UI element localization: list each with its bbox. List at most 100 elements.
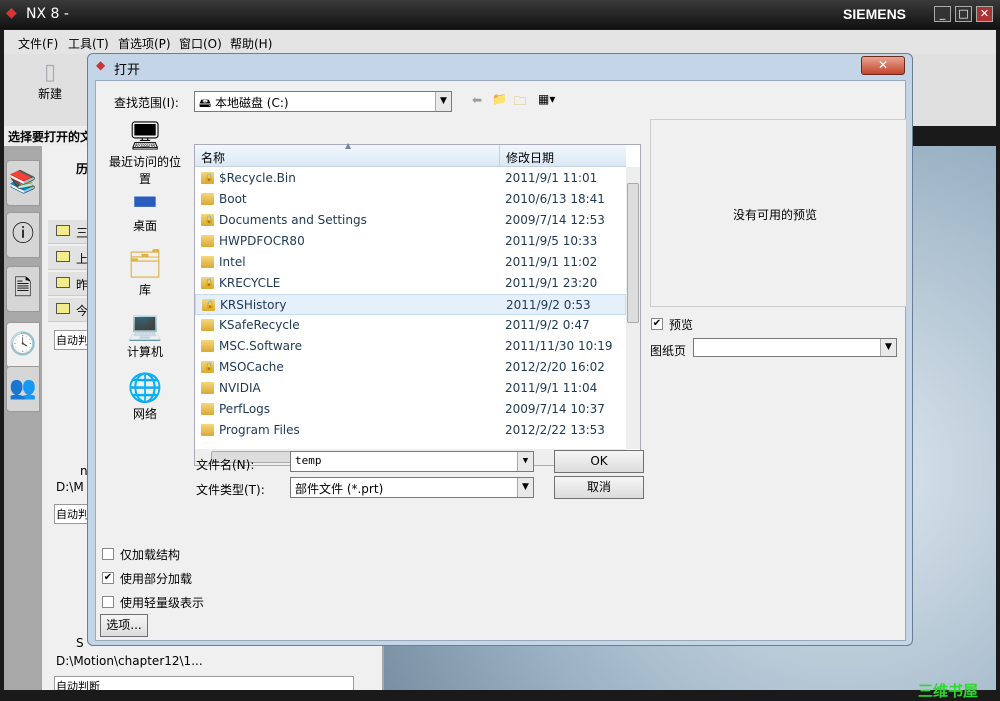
new-button[interactable]: ▯ 新建 [24, 60, 76, 102]
option-checkbox[interactable]: ✔ [102, 572, 114, 584]
preview-label: 预览 [669, 318, 694, 332]
options-button[interactable]: 选项... [100, 614, 148, 637]
file-row[interactable]: 🔒 KRSHistory 2011/9/2 0:53 [195, 294, 626, 315]
dialog-body: 查找范围(I): 🖴 本地磁盘 (C:) ▼ ⬅ 📁 🗀 ▦▾ 🖥 最近访问的位置… [95, 80, 907, 641]
sort-ascending-icon: ▲ [345, 141, 352, 150]
drawing-sheet-select[interactable]: ▼ [693, 338, 897, 357]
minimize-button[interactable]: _ [934, 6, 951, 22]
filetype-label: 文件类型(T): [196, 483, 265, 497]
scroll-thumb[interactable] [627, 183, 639, 323]
watermark: 三维书屋 [918, 682, 979, 700]
view-menu-icon[interactable]: ▦▾ [538, 92, 555, 106]
file-row[interactable]: 🔒 $Recycle.Bin 2011/9/1 11:01 [195, 168, 626, 189]
file-row[interactable]: Program Files 2012/2/22 13:53 [195, 420, 626, 441]
place-desktop[interactable]: ▬ 桌面 [104, 183, 186, 234]
file-date: 2011/9/2 0:53 [506, 298, 591, 312]
file-name: Intel [219, 255, 246, 269]
file-name: $Recycle.Bin [219, 171, 296, 185]
file-date: 2012/2/20 16:02 [505, 360, 605, 374]
recent-places-icon: 🖥 [127, 119, 163, 152]
file-row[interactable]: PerfLogs 2009/7/14 10:37 [195, 399, 626, 420]
place-label: 网络 [132, 407, 157, 421]
file-row[interactable]: KSafeRecycle 2011/9/2 0:47 [195, 315, 626, 336]
menu-help[interactable]: 帮助(H) [230, 35, 272, 52]
tab-roles[interactable]: 👥 [6, 366, 40, 412]
folder-icon [56, 251, 70, 262]
info-icon: ⓘ [11, 222, 34, 247]
drawing-sheet-label: 图纸页 [650, 344, 687, 358]
tab-history[interactable]: 🕓 [6, 322, 40, 368]
menu-window[interactable]: 窗口(O) [179, 35, 222, 52]
new-folder-icon[interactable]: 🗀 [514, 92, 526, 113]
file-name: Boot [219, 192, 247, 206]
file-row[interactable]: 🔒 MSOCache 2012/2/20 16:02 [195, 357, 626, 378]
folder-icon [201, 382, 214, 394]
tab-web[interactable]: 🗎 [6, 266, 40, 312]
tab-info[interactable]: ⓘ [6, 212, 40, 258]
locked-folder-icon: 🔒 [201, 361, 214, 373]
tab-assembly-navigator[interactable]: 📚 [6, 160, 40, 206]
history-path[interactable]: D:\Motion\chapter12\1... [56, 654, 203, 668]
drive-icon: 🖴 [199, 96, 212, 110]
column-date[interactable]: 修改日期 [499, 145, 560, 167]
history-name: S [76, 636, 84, 650]
desktop-icon: ▬ [131, 183, 159, 216]
filename-input[interactable]: temp ▼ [290, 451, 534, 472]
file-name: PerfLogs [219, 402, 271, 416]
option-label: 使用部分加载 [120, 572, 193, 586]
dialog-close-button[interactable]: ✕ [861, 56, 905, 75]
chevron-down-icon: ▼ [517, 452, 533, 471]
back-icon[interactable]: ⬅ [472, 93, 482, 107]
menu-tools[interactable]: 工具(T) [68, 35, 109, 52]
filetype-value: 部件文件 (*.prt) [295, 482, 384, 496]
app-title-bar: ◆ NX 8 - SIEMENS _ □ ✕ [0, 0, 1000, 29]
file-date: 2009/7/14 10:37 [505, 402, 605, 416]
brand-logo: SIEMENS [843, 6, 907, 22]
cancel-button[interactable]: 取消 [554, 476, 644, 499]
place-libraries[interactable]: 🗂 库 [104, 247, 186, 298]
file-name: NVIDIA [219, 381, 261, 395]
place-computer[interactable]: 💻 计算机 [104, 309, 186, 360]
file-row[interactable]: Intel 2011/9/1 11:02 [195, 252, 626, 273]
folder-icon [56, 277, 70, 288]
document-icon: 🗎 [14, 276, 32, 301]
menu-file[interactable]: 文件(F) [18, 35, 58, 52]
file-row[interactable]: HWPDFOCR80 2011/9/5 10:33 [195, 231, 626, 252]
maximize-button[interactable]: □ [955, 6, 972, 22]
file-name: MSC.Software [219, 339, 303, 353]
preview-checkbox[interactable]: ✔ [651, 318, 663, 330]
preview-pane: 没有可用的预览 [650, 119, 907, 307]
file-name: MSOCache [219, 360, 284, 374]
column-name[interactable]: 名称 [201, 149, 225, 166]
folder-icon [201, 340, 214, 352]
option-checkbox[interactable] [102, 596, 114, 608]
place-label: 计算机 [126, 345, 163, 359]
file-date: 2012/2/22 13:53 [505, 423, 605, 437]
file-date: 2011/9/2 0:47 [505, 318, 590, 332]
file-row[interactable]: 🔒 Documents and Settings 2009/7/14 12:53 [195, 210, 626, 231]
file-row[interactable]: Boot 2010/6/13 18:41 [195, 189, 626, 210]
look-in-label: 查找范围(I): [114, 96, 179, 110]
place-recent[interactable]: 🖥 最近访问的位置 [104, 119, 186, 187]
menu-preferences[interactable]: 首选项(P) [118, 35, 171, 52]
history-path[interactable]: D:\M [56, 480, 84, 494]
option-checkbox[interactable] [102, 548, 114, 560]
filename-value: temp [295, 454, 322, 467]
close-button[interactable]: ✕ [976, 6, 993, 22]
ok-button[interactable]: OK [554, 450, 644, 473]
menu-bar: 文件(F) 工具(T) 首选项(P) 窗口(O) 帮助(H) [4, 30, 996, 54]
chevron-down-icon: ▼ [435, 92, 451, 111]
vertical-scrollbar[interactable] [626, 167, 640, 449]
file-row[interactable]: MSC.Software 2011/11/30 10:19 [195, 336, 626, 357]
filetype-select[interactable]: 部件文件 (*.prt) ▼ [290, 477, 534, 498]
file-date: 2011/9/1 11:02 [505, 255, 598, 269]
up-folder-icon[interactable]: 📁 [492, 92, 507, 106]
folder-icon [201, 235, 214, 247]
file-name: KRECYCLE [219, 276, 281, 290]
option-label: 使用轻量级表示 [120, 596, 205, 610]
place-label: 最近访问的位置 [108, 155, 181, 186]
file-row[interactable]: NVIDIA 2011/9/1 11:04 [195, 378, 626, 399]
file-row[interactable]: 🔒 KRECYCLE 2011/9/1 23:20 [195, 273, 626, 294]
look-in-select[interactable]: 🖴 本地磁盘 (C:) ▼ [194, 91, 452, 112]
place-network[interactable]: 🌐 网络 [104, 371, 186, 422]
